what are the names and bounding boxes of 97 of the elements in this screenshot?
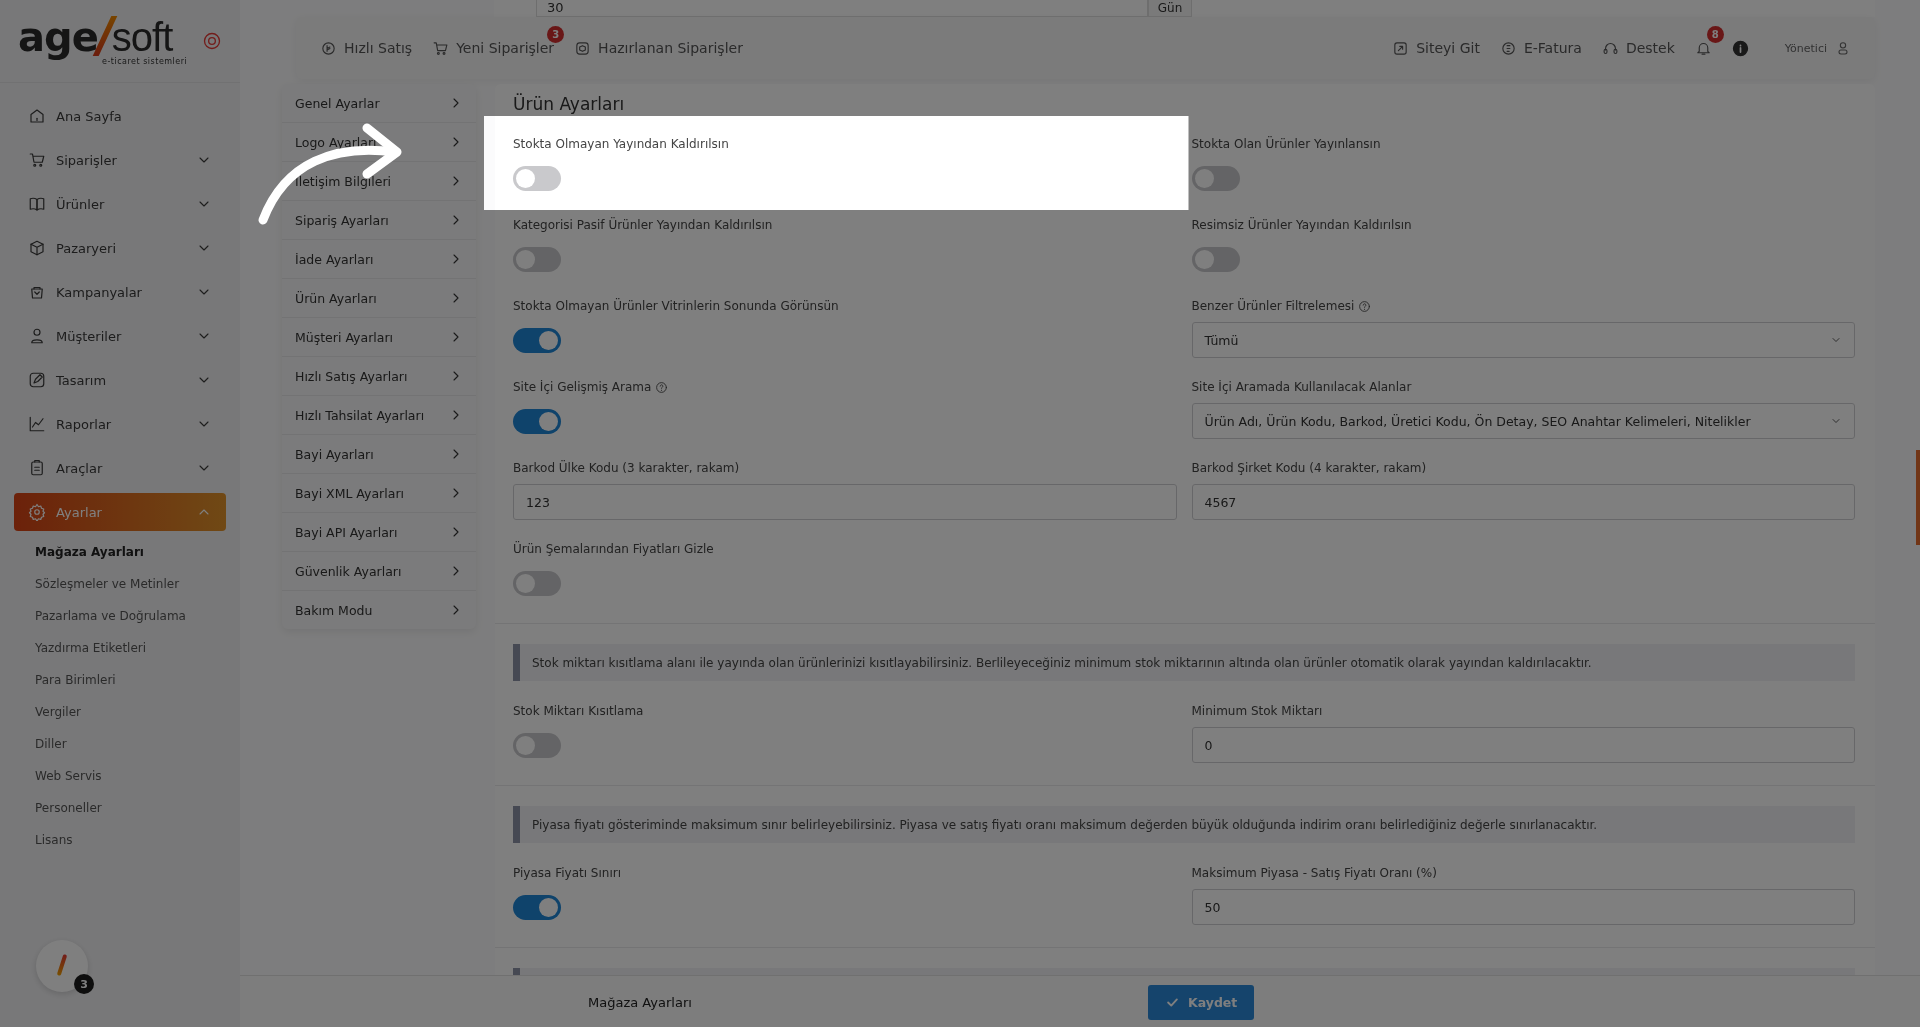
settings-menu-item[interactable]: Bayi API Ayarları [282, 513, 476, 552]
count-badge: 3 [547, 25, 565, 43]
top-link[interactable]: Hızlı Satış [320, 39, 413, 57]
toggle-switch[interactable] [513, 165, 561, 191]
nav-item[interactable]: Tasarım [14, 361, 226, 399]
settings-menu-item[interactable]: Bayi XML Ayarları [282, 474, 476, 513]
submenu-item[interactable]: Yazdırma Etiketleri [14, 633, 226, 665]
clipboard-icon [28, 459, 46, 477]
toggle-switch[interactable] [1191, 246, 1240, 272]
field-label: Barkod Şirket Kodu (4 karakter, rakam) [1191, 460, 1427, 476]
invoice-icon [1499, 39, 1517, 57]
count-badge: 8 [1706, 25, 1724, 43]
avatar[interactable] [36, 940, 88, 992]
submenu-item[interactable]: Diller [14, 729, 226, 761]
field-label: Piyasa Fiyatı Sınırı [513, 865, 621, 881]
external-link-icon [1392, 39, 1410, 57]
input-field[interactable]: 123 [513, 484, 1177, 520]
cart-icon [432, 39, 450, 57]
settings-icon [28, 503, 46, 521]
panel-title: Ürün Ayarları [513, 94, 626, 114]
cart-icon [28, 151, 46, 169]
field-label: Maksimum Piyasa - Satış Fiyatı Oranı (%) [1191, 865, 1437, 881]
submenu-item[interactable]: Vergiler [14, 697, 226, 729]
toggle-switch[interactable] [513, 327, 561, 353]
settings-menu-item[interactable]: Hızlı Satış Ayarları [282, 357, 476, 396]
top-link[interactable]: Siteyi Git [1392, 39, 1480, 57]
toggle-switch[interactable] [1191, 165, 1240, 191]
top-link[interactable]: Hazırlanan Siparişler [574, 39, 743, 57]
field-label: Benzer Ürünler Filtrelemesi [1191, 298, 1355, 314]
field-label: Site İçi Gelişmiş Arama [513, 379, 652, 395]
nav-item[interactable]: Pazaryeri [14, 229, 226, 267]
nav-item[interactable]: Siparişler [14, 141, 226, 179]
info-note: Stok miktarı kısıtlama alanı ile yayında olan ürünlerinizi kısıtlayabilirsiniz. Berlileyeceğiniz minimum stok miktarının altında olan ürünler otomatik olarak yayından kaldırılacaktır. [513, 644, 1855, 681]
settings-menu-item[interactable]: Müşteri Ayarları [282, 318, 476, 357]
package-icon [574, 39, 592, 57]
settings-menu-item[interactable]: Ürün Ayarları [282, 279, 476, 318]
home-icon [28, 107, 46, 125]
user-menu[interactable]: Yönetici [1784, 40, 1851, 56]
submenu-item[interactable]: Web Servis [14, 761, 226, 793]
submenu-item[interactable]: Personeller [14, 793, 226, 825]
user-icon [1835, 40, 1851, 56]
field-label: Barkod Ülke Kodu (3 karakter, rakam) [513, 460, 740, 476]
submenu-item[interactable]: Para Birimleri [14, 665, 226, 697]
settings-menu-item[interactable]: İade Ayarları [282, 240, 476, 279]
toggle-switch[interactable] [513, 570, 561, 596]
field-label: Stok Miktarı Kısıtlama [513, 703, 644, 719]
select-field[interactable]: Ürün Adı, Ürün Kodu, Barkod, Üretici Kodu, Ön Detay, SEO Anahtar Kelimeleri, Nitelikler [1191, 403, 1855, 439]
pen-icon [28, 371, 46, 389]
chart-icon [28, 415, 46, 433]
settings-menu-item[interactable]: Hızlı Tahsilat Ayarları [282, 396, 476, 435]
field-label: Kategorisi Pasif Ürünler Yayından Kaldırılsın [513, 217, 773, 233]
submenu-item[interactable]: Pazarlama ve Doğrulama [14, 601, 226, 633]
book-icon [28, 195, 46, 213]
input-addon: Gün [1148, 0, 1192, 17]
nav-item[interactable]: Ürünler [14, 185, 226, 223]
page-title: Mağaza Ayarları [588, 994, 693, 1010]
target-icon[interactable] [202, 31, 222, 51]
count-badge: 3 [74, 974, 94, 994]
nav-item[interactable]: Ana Sayfa [14, 97, 226, 135]
field-label: Stokta Olan Ürünler Yayınlansın [1191, 136, 1381, 152]
toggle-switch[interactable] [513, 894, 561, 920]
toggle-switch[interactable] [513, 732, 561, 758]
select-field[interactable]: Tümü [1191, 322, 1855, 358]
scrollbar-thumb[interactable] [1916, 450, 1920, 545]
toggle-switch[interactable] [513, 246, 561, 272]
nav-item[interactable]: Kampanyalar [14, 273, 226, 311]
field-label: Resimsiz Ürünler Yayından Kaldırılsın [1191, 217, 1412, 233]
brand-logo: age soft e-ticaret sistemleri [18, 16, 188, 66]
input-field[interactable]: 0 [1191, 727, 1855, 763]
field-label: Ürün Şemalarından Fiyatları Gizle [513, 541, 714, 557]
field-label: Stokta Olmayan Yayından Kaldırılsın [513, 136, 729, 152]
submenu-item[interactable]: Mağaza Ayarları [14, 537, 226, 569]
input-field[interactable]: 4567 [1191, 484, 1855, 520]
submenu-item[interactable]: Lisans [14, 825, 226, 857]
field-label: Minimum Stok Miktarı [1191, 703, 1323, 719]
input-field[interactable]: 50 [1191, 889, 1855, 925]
nav-item[interactable]: Araçlar [14, 449, 226, 487]
settings-menu-item[interactable]: Genel Ayarlar [282, 84, 476, 123]
nav-item[interactable]: Müşteriler [14, 317, 226, 355]
field-label: Site İçi Aramada Kullanılacak Alanlar [1191, 379, 1412, 395]
field-label: Stokta Olmayan Ürünler Vitrinlerin Sonunda Görünsün [513, 298, 839, 314]
nav-item[interactable]: Ayarlar [14, 493, 226, 531]
user-icon [28, 327, 46, 345]
info-icon[interactable] [1731, 39, 1749, 57]
settings-menu-item[interactable]: Bayi Ayarları [282, 435, 476, 474]
toggle-switch[interactable] [513, 408, 561, 434]
save-button[interactable]: Kaydet [1148, 984, 1255, 1020]
settings-menu-item[interactable]: Sipariş Ayarları [282, 201, 476, 240]
top-link[interactable]: E-Fatura [1499, 39, 1582, 57]
settings-menu-item[interactable]: Güvenlik Ayarları [282, 552, 476, 591]
top-link[interactable]: Destek [1601, 39, 1675, 57]
settings-menu-item[interactable]: Bakım Modu [282, 591, 476, 629]
box-icon [28, 239, 46, 257]
settings-menu-item[interactable]: İletişim Bilgileri [282, 162, 476, 201]
info-note: Piyasa fiyatı gösteriminde maksimum sınır belirleyebilirsiniz. Piyasa ve satış fiyatı oranı maksimum değerden büyük olduğunda indirim oranı belirlediğiniz değerle sınırlanacaktır. [513, 806, 1855, 843]
nav-item[interactable]: Raporlar [14, 405, 226, 443]
submenu-item[interactable]: Sözleşmeler ve Metinler [14, 569, 226, 601]
